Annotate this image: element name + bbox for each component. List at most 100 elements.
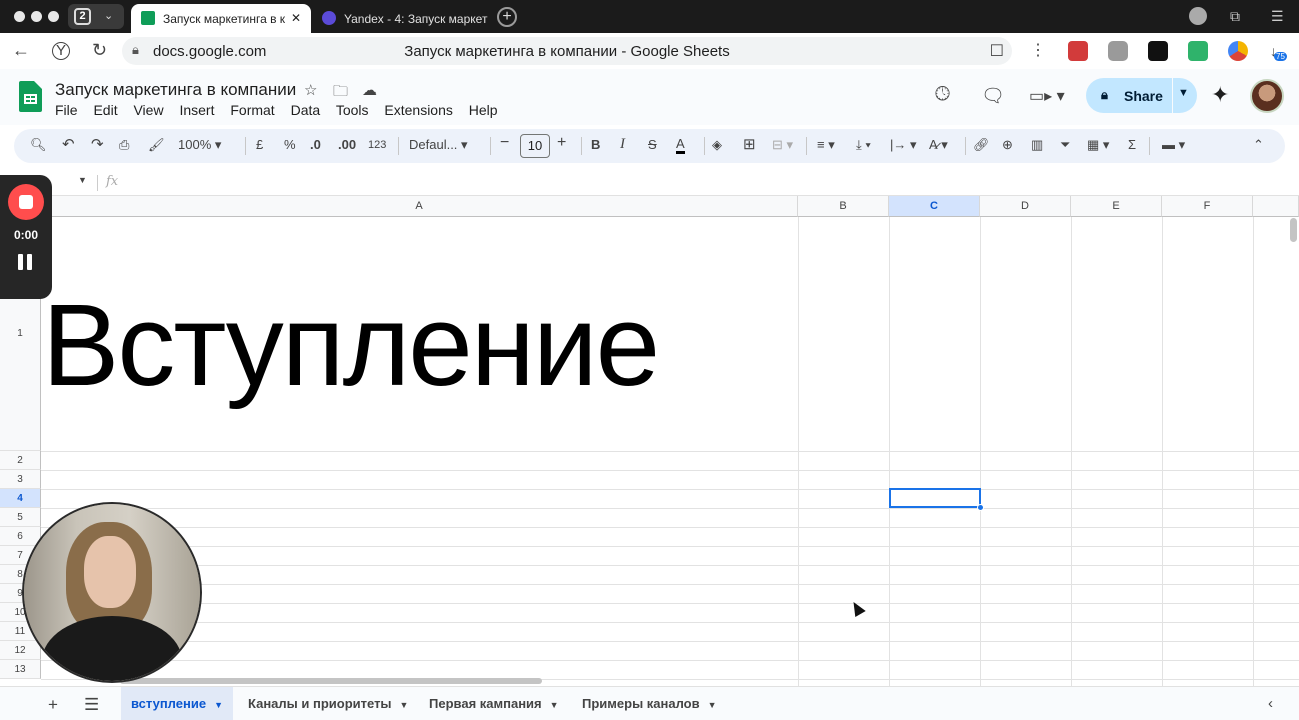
- pause-icon[interactable]: [18, 254, 34, 270]
- filter-icon[interactable]: ⏷: [1060, 137, 1070, 153]
- chevron-down-icon[interactable]: ▼: [400, 700, 409, 710]
- yandex-icon[interactable]: Y: [52, 42, 70, 60]
- column-header-e[interactable]: E: [1071, 196, 1162, 217]
- meet-icon[interactable]: ▭▸ ▾: [1029, 86, 1065, 106]
- vertical-align-icon[interactable]: ⤓ ▾: [856, 137, 871, 153]
- fill-handle[interactable]: [977, 504, 984, 511]
- column-header-g[interactable]: [1253, 196, 1299, 217]
- column-header-d[interactable]: D: [980, 196, 1071, 217]
- star-icon[interactable]: ☆: [304, 81, 317, 99]
- chevron-down-icon[interactable]: ▼: [550, 700, 559, 710]
- currency-format-button[interactable]: £: [256, 137, 263, 152]
- print-icon[interactable]: ⎙: [119, 137, 129, 153]
- comments-icon[interactable]: 🗨︎: [981, 84, 1005, 108]
- profile-icon[interactable]: [1189, 7, 1207, 25]
- stop-recording-button[interactable]: [8, 184, 44, 220]
- column-header-b[interactable]: B: [798, 196, 889, 217]
- filter-views-icon[interactable]: ▦ ▾: [1087, 137, 1109, 153]
- tab-count-button[interactable]: 2 ⌄: [68, 4, 124, 29]
- functions-icon[interactable]: Σ: [1128, 137, 1136, 152]
- menu-data[interactable]: Data: [291, 102, 321, 118]
- column-header-c[interactable]: C: [889, 196, 980, 217]
- decrease-decimal-button[interactable]: .0: [310, 137, 321, 152]
- chevron-down-icon[interactable]: ▼: [1178, 87, 1189, 99]
- cell-a1[interactable]: Вступление: [42, 278, 660, 412]
- percent-format-button[interactable]: %: [284, 137, 296, 152]
- decrease-font-size-icon[interactable]: −: [500, 134, 509, 152]
- italic-icon[interactable]: I: [620, 136, 625, 153]
- search-menus-icon[interactable]: 🔍︎: [30, 137, 47, 153]
- increase-decimal-button[interactable]: .00: [338, 137, 356, 152]
- menu-file[interactable]: File: [55, 102, 78, 118]
- number-format-button[interactable]: 123: [368, 139, 386, 151]
- document-title[interactable]: Запуск маркетинга в компании: [55, 80, 296, 100]
- collapse-sidebar-icon[interactable]: ‹: [1268, 695, 1273, 712]
- redo-icon[interactable]: ↷: [91, 135, 104, 153]
- column-header-f[interactable]: F: [1162, 196, 1253, 217]
- extension-s-icon[interactable]: [1068, 41, 1088, 61]
- camera-icon[interactable]: [1108, 41, 1128, 61]
- strikethrough-icon[interactable]: S: [648, 137, 657, 152]
- bookmarks-icon[interactable]: ⧉: [1230, 8, 1240, 25]
- insert-comment-icon[interactable]: ⊕: [1002, 137, 1013, 153]
- extension-new-icon[interactable]: [1188, 41, 1208, 61]
- row-header-2[interactable]: 2: [0, 451, 41, 470]
- browser-tab-yandex[interactable]: Yandex - 4: Запуск маркет: [312, 4, 490, 33]
- menu-tools[interactable]: Tools: [336, 102, 369, 118]
- close-icon[interactable]: ✕: [291, 11, 301, 25]
- chevron-down-icon[interactable]: ▼: [214, 700, 223, 710]
- fill-color-icon[interactable]: ◈: [712, 137, 722, 153]
- zoom-select[interactable]: 100% ▾: [178, 137, 221, 153]
- all-sheets-icon[interactable]: ☰: [84, 695, 99, 715]
- more-icon[interactable]: ⋮: [1030, 40, 1046, 60]
- selected-cell-c4[interactable]: [889, 488, 981, 508]
- column-header-a[interactable]: A: [41, 196, 798, 217]
- menu-edit[interactable]: Edit: [93, 102, 117, 118]
- sheet-tab-primery-kanalov[interactable]: Примеры каналов ▼: [582, 687, 717, 720]
- text-wrapping-icon[interactable]: |→ ▾: [890, 137, 917, 153]
- menu-view[interactable]: View: [133, 102, 163, 118]
- window-close-button[interactable]: [14, 11, 25, 22]
- menu-insert[interactable]: Insert: [179, 102, 214, 118]
- browser-tab-sheets[interactable]: Запуск маркетинга в к ✕: [131, 4, 311, 33]
- text-color-icon[interactable]: A: [676, 137, 685, 154]
- extension-f-icon[interactable]: [1148, 41, 1168, 61]
- extension-circle-icon[interactable]: [1228, 41, 1248, 61]
- webcam-bubble[interactable]: [22, 502, 202, 683]
- undo-icon[interactable]: ↶: [62, 135, 75, 153]
- input-tools-icon[interactable]: ▬ ▾: [1162, 137, 1185, 153]
- vertical-scrollbar[interactable]: [1290, 218, 1297, 242]
- avatar[interactable]: [1250, 79, 1284, 113]
- menu-format[interactable]: Format: [230, 102, 274, 118]
- text-rotation-icon[interactable]: A̷ ▾: [929, 137, 948, 153]
- version-history-icon[interactable]: 🕓︎: [935, 84, 950, 106]
- add-sheet-icon[interactable]: +: [48, 695, 58, 715]
- gemini-icon[interactable]: ✦: [1211, 82, 1229, 108]
- menu-extensions[interactable]: Extensions: [384, 102, 452, 118]
- chevron-down-icon[interactable]: ▼: [708, 700, 717, 710]
- font-size-input[interactable]: 10: [520, 134, 550, 158]
- borders-icon[interactable]: ⊞: [743, 135, 756, 153]
- font-select[interactable]: Defaul... ▾: [409, 137, 468, 153]
- insert-chart-icon[interactable]: ▥: [1031, 137, 1043, 153]
- menu-icon[interactable]: ☰: [1271, 8, 1284, 25]
- merge-cells-icon[interactable]: ⊟ ▾: [772, 137, 793, 153]
- increase-font-size-icon[interactable]: +: [557, 134, 566, 152]
- cloud-status-icon[interactable]: ☁︎: [362, 81, 377, 99]
- insert-link-icon[interactable]: 🔗︎: [973, 137, 990, 153]
- sheet-tab-pervaya-kampaniya[interactable]: Первая кампания ▼: [429, 687, 559, 720]
- paint-format-icon[interactable]: 🖌︎: [148, 137, 165, 153]
- sheets-logo-icon[interactable]: [19, 81, 42, 112]
- row-header-3[interactable]: 3: [0, 470, 41, 489]
- url-bar[interactable]: 🔒︎ docs.google.com Запуск маркетинга в к…: [122, 37, 1012, 65]
- collapse-toolbar-icon[interactable]: ⌃: [1253, 137, 1264, 153]
- sheet-tab-kanaly[interactable]: Каналы и приоритеты ▼: [248, 687, 408, 720]
- sheet-tab-vstuplenie[interactable]: вступление ▼: [121, 687, 233, 720]
- new-tab-button[interactable]: +: [497, 7, 517, 27]
- window-zoom-button[interactable]: [48, 11, 59, 22]
- back-icon[interactable]: ←: [12, 40, 30, 61]
- reload-icon[interactable]: ↻: [92, 40, 107, 61]
- menu-help[interactable]: Help: [469, 102, 498, 118]
- horizontal-align-icon[interactable]: ≡ ▾: [817, 137, 835, 153]
- bold-icon[interactable]: B: [591, 137, 600, 152]
